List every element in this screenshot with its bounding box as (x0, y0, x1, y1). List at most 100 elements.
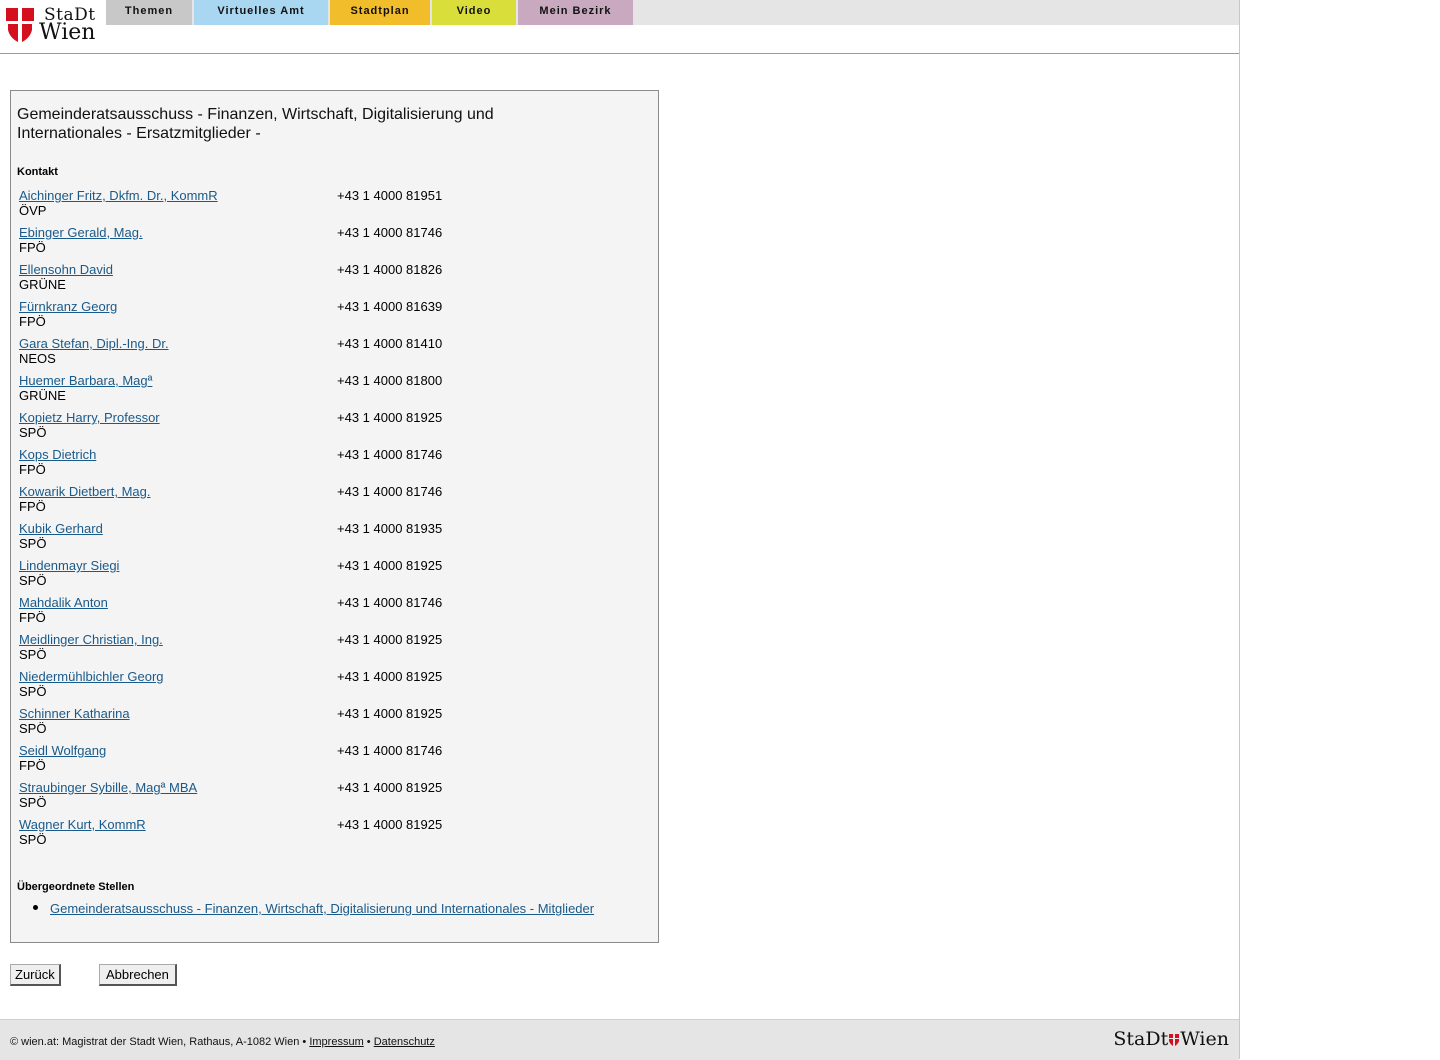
member-link[interactable]: Gara Stefan, Dipl.-Ing. Dr. (19, 336, 169, 351)
member-party: FPÖ (19, 499, 46, 514)
list-item: Schinner Katharina SPÖ +43 1 4000 81925 (19, 706, 619, 743)
member-party: SPÖ (19, 425, 47, 440)
parent-units-heading: Übergeordnete Stellen (17, 881, 135, 893)
list-item: Seidl Wolfgang FPÖ +43 1 4000 81746 (19, 743, 619, 780)
member-link[interactable]: Wagner Kurt, KommR (19, 817, 146, 832)
list-item: Lindenmayr Siegi SPÖ +43 1 4000 81925 (19, 558, 619, 595)
member-link[interactable]: Kowarik Dietbert, Mag. (19, 484, 151, 499)
member-phone: +43 1 4000 81925 (337, 558, 443, 573)
member-link[interactable]: Kopietz Harry, Professor (19, 410, 160, 425)
footer-logo: StaDt Wien (1113, 1028, 1229, 1050)
bullet-icon (33, 905, 38, 910)
member-link[interactable]: Huemer Barbara, Magª (19, 373, 152, 388)
page-title: Gemeinderatsausschuss - Finanzen, Wirtsc… (17, 106, 494, 142)
member-party: GRÜNE (19, 277, 66, 292)
member-phone: +43 1 4000 81410 (337, 336, 443, 351)
stadt-wien-logo[interactable]: StaDt Wien (6, 5, 101, 46)
list-item: Kubik Gerhard SPÖ +43 1 4000 81935 (19, 521, 619, 558)
cancel-button[interactable]: Abbrechen (99, 964, 177, 986)
header-divider (0, 53, 1239, 54)
member-party: SPÖ (19, 647, 47, 662)
member-party: SPÖ (19, 573, 47, 588)
tab-virtuelles-amt[interactable]: Virtuelles Amt (194, 0, 328, 25)
member-party: ÖVP (19, 203, 47, 218)
logo-text-wien: Wien (39, 20, 96, 45)
member-phone: +43 1 4000 81925 (337, 817, 443, 832)
member-party: SPÖ (19, 684, 47, 699)
main-navigation: Themen Virtuelles Amt Stadtplan Video Me… (106, 0, 1239, 25)
list-item: Aichinger Fritz, Dkfm. Dr., KommR ÖVP +43 … (19, 188, 619, 225)
list-item: Niedermühlbichler Georg SPÖ +43 1 4000 819… (19, 669, 619, 706)
member-phone: +43 1 4000 81746 (337, 743, 443, 758)
member-link[interactable]: Straubinger Sybille, Magª MBA (19, 780, 197, 795)
member-link[interactable]: Mahdalik Anton (19, 595, 108, 610)
member-link[interactable]: Kops Dietrich (19, 447, 96, 462)
tab-stadtplan[interactable]: Stadtplan (330, 0, 430, 25)
member-list: Aichinger Fritz, Dkfm. Dr., KommR ÖVP +43 … (19, 188, 619, 854)
member-phone: +43 1 4000 81925 (337, 632, 443, 647)
member-link[interactable]: Aichinger Fritz, Dkfm. Dr., KommR (19, 188, 218, 203)
member-party: FPÖ (19, 610, 46, 625)
member-party: FPÖ (19, 240, 46, 255)
member-party: FPÖ (19, 758, 46, 773)
member-phone: +43 1 4000 81746 (337, 484, 443, 499)
member-phone: +43 1 4000 81925 (337, 780, 443, 795)
list-item: Kopietz Harry, Professor SPÖ +43 1 4000 81… (19, 410, 619, 447)
member-link[interactable]: Ebinger Gerald, Mag. (19, 225, 143, 240)
member-phone: +43 1 4000 81925 (337, 410, 443, 425)
member-link[interactable]: Ellensohn David (19, 262, 113, 277)
parent-unit-link[interactable]: Gemeinderatsausschuss - Finanzen, Wirtsc… (50, 901, 594, 916)
impressum-link[interactable]: Impressum (309, 1036, 363, 1048)
member-link[interactable]: Lindenmayr Siegi (19, 558, 119, 573)
tab-video[interactable]: Video (432, 0, 516, 25)
member-phone: +43 1 4000 81925 (337, 669, 443, 684)
member-phone: +43 1 4000 81925 (337, 706, 443, 721)
member-party: NEOS (19, 351, 56, 366)
member-phone: +43 1 4000 81639 (337, 299, 443, 314)
member-link[interactable]: Niedermühlbichler Georg (19, 669, 164, 684)
member-phone: +43 1 4000 81746 (337, 595, 443, 610)
member-phone: +43 1 4000 81746 (337, 447, 443, 462)
list-item: Gara Stefan, Dipl.-Ing. Dr. NEOS +43 1 400… (19, 336, 619, 373)
member-party: FPÖ (19, 314, 46, 329)
tab-mein-bezirk[interactable]: Mein Bezirk (518, 0, 633, 25)
member-phone: +43 1 4000 81951 (337, 188, 443, 203)
member-link[interactable]: Fürnkranz Georg (19, 299, 117, 314)
member-party: SPÖ (19, 721, 47, 736)
contact-heading: Kontakt (17, 166, 58, 178)
member-party: SPÖ (19, 795, 47, 810)
footer: © wien.at: Magistrat der Stadt Wien, Rat… (0, 1019, 1239, 1060)
member-phone: +43 1 4000 81826 (337, 262, 443, 277)
list-item: Straubinger Sybille, Magª MBA SPÖ +43 1 40… (19, 780, 619, 817)
member-phone: +43 1 4000 81800 (337, 373, 443, 388)
footer-logo-stadt: StaDt (1113, 1028, 1169, 1050)
footer-separator: • (366, 1036, 371, 1048)
footer-text: © wien.at: Magistrat der Stadt Wien, Rat… (10, 1036, 435, 1048)
back-button[interactable]: Zurück (10, 964, 61, 986)
member-phone: +43 1 4000 81935 (337, 521, 443, 536)
page-frame: StaDt Wien Themen Virtuelles Amt Stadtpl… (0, 0, 1240, 1060)
member-party: FPÖ (19, 462, 46, 477)
member-link[interactable]: Seidl Wolfgang (19, 743, 106, 758)
list-item: Huemer Barbara, Magª GRÜNE +43 1 4000 8180… (19, 373, 619, 410)
member-link[interactable]: Schinner Katharina (19, 706, 130, 721)
footer-logo-wien: Wien (1180, 1028, 1229, 1050)
wien-shield-icon (6, 8, 34, 42)
member-party: SPÖ (19, 832, 47, 847)
list-item: Meidlinger Christian, Ing. SPÖ +43 1 4000 … (19, 632, 619, 669)
list-item: Fürnkranz Georg FPÖ +43 1 4000 81639 (19, 299, 619, 336)
wien-shield-icon (1169, 1034, 1180, 1046)
tab-themen[interactable]: Themen (106, 0, 192, 25)
list-item: Kops Dietrich FPÖ +43 1 4000 81746 (19, 447, 619, 484)
datenschutz-link[interactable]: Datenschutz (374, 1036, 435, 1048)
member-link[interactable]: Meidlinger Christian, Ing. (19, 632, 163, 647)
list-item: Mahdalik Anton FPÖ +43 1 4000 81746 (19, 595, 619, 632)
member-link[interactable]: Kubik Gerhard (19, 521, 103, 536)
list-item: Ellensohn David GRÜNE +43 1 4000 81826 (19, 262, 619, 299)
member-party: SPÖ (19, 536, 47, 551)
member-phone: +43 1 4000 81746 (337, 225, 443, 240)
committee-panel: Gemeinderatsausschuss - Finanzen, Wirtsc… (10, 90, 659, 943)
list-item: Wagner Kurt, KommR SPÖ +43 1 4000 81925 (19, 817, 619, 854)
list-item: Ebinger Gerald, Mag. FPÖ +43 1 4000 81746 (19, 225, 619, 262)
member-party: GRÜNE (19, 388, 66, 403)
